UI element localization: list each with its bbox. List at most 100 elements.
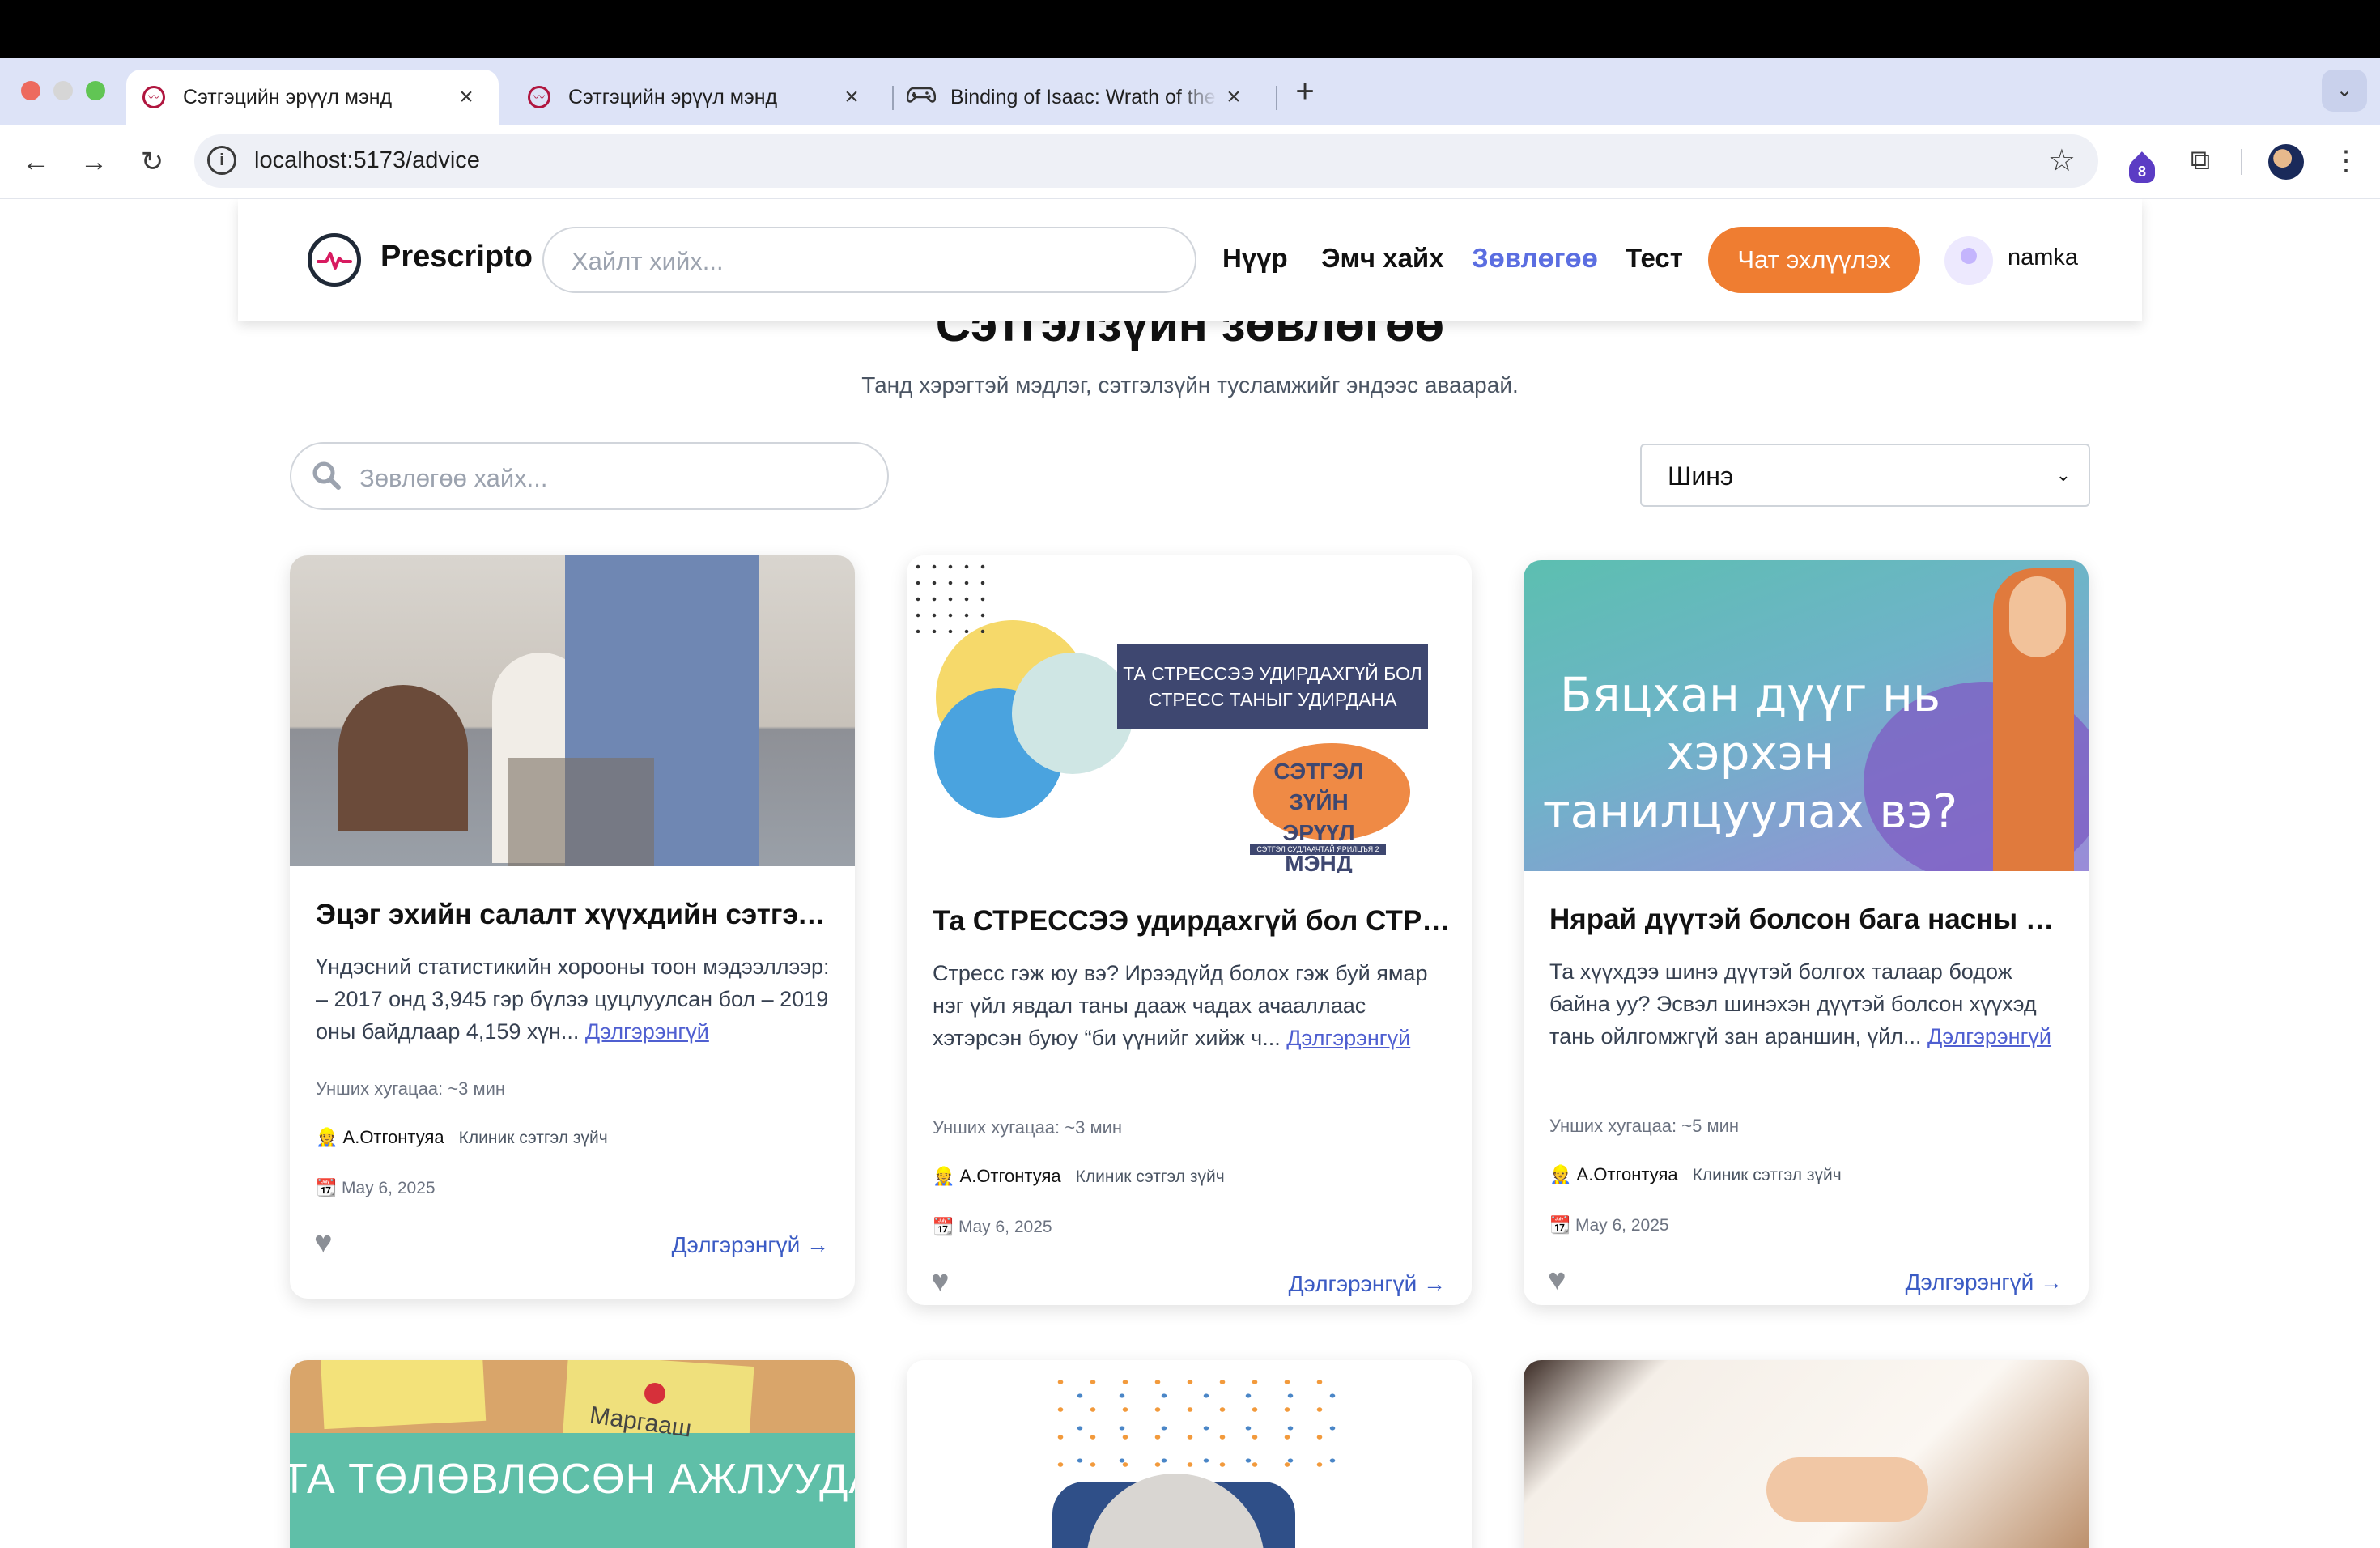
tab-search-chevron-icon[interactable]: ⌄: [2322, 70, 2367, 112]
read-more-link[interactable]: Дэлгэрэнгүй: [1286, 1026, 1410, 1050]
author: 👷 А.Отгонтуяа Клиник сэтгэл зүйч: [933, 1166, 1225, 1187]
tab-title: Сэтгэцийн эрүүл мэнд: [568, 85, 778, 108]
calendar-icon: 📆: [316, 1179, 338, 1197]
close-window-button[interactable]: [21, 81, 40, 100]
site-info-icon[interactable]: i: [207, 146, 236, 175]
advice-card[interactable]: [1524, 1360, 2089, 1548]
tab-strip: 〰 Сэтгэцийн эрүүл мэнд × 〰 Сэтгэцийн эрү…: [0, 58, 2380, 125]
advice-card[interactable]: [907, 1360, 1472, 1548]
date-text: May 6, 2025: [342, 1179, 436, 1197]
nav-home[interactable]: Нүүр: [1222, 243, 1288, 274]
read-time: Унших хугацаа: ~3 мин: [933, 1117, 1123, 1138]
prescripto-favicon-icon: 〰: [528, 86, 550, 108]
publish-date: 📆 May 6, 2025: [1549, 1216, 1669, 1235]
card-image-stress[interactable]: ТА СТРЕССЭЭ УДИРДАХГҮЙ БОЛ СТРЕСС ТАНЫГ …: [907, 555, 1472, 873]
tab-3[interactable]: Binding of Isaac: Wrath of the ×: [899, 70, 1271, 125]
start-chat-button[interactable]: Чат эхлүүлэх: [1708, 227, 1920, 293]
card-image-sibling[interactable]: Бяцхан дүүг нь хэрхэн танилцуулах вэ?: [1524, 560, 2089, 871]
procrastination-headline: ТА ТӨЛӨВЛӨСӨН АЖЛУУДАА ХОЙШЛУУЛСААР БАЙН…: [290, 1456, 855, 1503]
author-name: А.Отгонтуяа: [342, 1127, 444, 1147]
card-excerpt: Үндэсний статистикийн хорооны тоон мэдээ…: [316, 950, 834, 1048]
heart-icon[interactable]: ♥: [1548, 1263, 1566, 1298]
advice-card[interactable]: Бяцхан дүүг нь хэрхэн танилцуулах вэ? Ня…: [1524, 560, 2089, 1305]
minimize-window-button[interactable]: [53, 81, 73, 100]
username[interactable]: namka: [2008, 245, 2078, 271]
advice-card[interactable]: ТА СТРЕССЭЭ УДИРДАХГҮЙ БОЛ СТРЕСС ТАНЫГ …: [907, 555, 1472, 1305]
card-image-head-thoughts[interactable]: [907, 1360, 1472, 1548]
date-text: May 6, 2025: [958, 1218, 1052, 1236]
read-more-link[interactable]: Дэлгэрэнгүй: [585, 1019, 709, 1044]
tab-separator: [1276, 86, 1277, 110]
heart-icon[interactable]: ♥: [314, 1226, 333, 1261]
publish-date: 📆 May 6, 2025: [933, 1218, 1052, 1237]
card-excerpt: Та хүүхдээ шинэ дүүтэй болгох талаар бод…: [1549, 955, 2068, 1053]
global-search[interactable]: [542, 227, 1196, 293]
advice-card[interactable]: ТА ТӨЛӨВЛӨСӨН АЖЛУУДАА ХОЙШЛУУЛСААР БАЙН…: [290, 1360, 855, 1548]
brand-name[interactable]: Prescripto: [380, 240, 533, 274]
calendar-icon: 📆: [933, 1218, 954, 1236]
read-more-link[interactable]: Дэлгэрэнгүй: [1927, 1024, 2051, 1048]
address-bar[interactable]: i localhost:5173/advice ☆: [194, 134, 2098, 188]
url-text[interactable]: localhost:5173/advice: [254, 147, 480, 174]
tab-1[interactable]: 〰 Сэтгэцийн эрүүл мэнд ×: [126, 70, 499, 125]
user-avatar[interactable]: [1944, 236, 1993, 285]
extensions-puzzle-icon[interactable]: ⧉: [2181, 141, 2220, 180]
author: 👷 А.Отгонтуяа Клиник сэтгэл зүйч: [316, 1127, 608, 1148]
tab-title: Binding of Isaac: Wrath of the: [950, 85, 1216, 108]
author-badge-icon: 👷: [316, 1127, 338, 1147]
page-viewport: Сэтгэлзүйн зөвлөгөө Танд хэрэгтэй мэдлэг…: [0, 199, 2380, 1548]
date-text: May 6, 2025: [1575, 1216, 1669, 1235]
prescripto-favicon-icon: 〰: [142, 86, 165, 108]
card-title[interactable]: Нярай дүүтэй болсон бага насны хү...: [1549, 904, 2068, 936]
close-tab-icon[interactable]: ×: [835, 83, 868, 111]
read-time: Унших хугацаа: ~5 мин: [1549, 1116, 1740, 1136]
author-badge-icon: 👷: [1549, 1164, 1572, 1184]
nav-test[interactable]: Тест: [1626, 243, 1683, 274]
card-more-button[interactable]: Дэлгэрэнгүй →: [672, 1232, 829, 1258]
page-subtitle: Танд хэрэгтэй мэдлэг, сэтгэлзүйн тусламж…: [861, 372, 1519, 398]
screen-top-bar: [0, 0, 2380, 58]
bookmark-star-icon[interactable]: ☆: [2048, 142, 2076, 179]
reload-icon[interactable]: ↻: [133, 142, 172, 181]
chevron-down-icon: ⌄: [2055, 465, 2071, 485]
card-image-procrastination[interactable]: ТА ТӨЛӨВЛӨСӨН АЖЛУУДАА ХОЙШЛУУЛСААР БАЙН…: [290, 1360, 855, 1548]
close-tab-icon[interactable]: ×: [1218, 83, 1250, 111]
global-search-input[interactable]: [570, 243, 1172, 280]
nav-find-doctor[interactable]: Эмч хайх: [1321, 243, 1444, 274]
card-title[interactable]: Эцэг эхийн салалт хүүхдийн сэтгэл ...: [316, 899, 834, 931]
advice-card[interactable]: Эцэг эхийн салалт хүүхдийн сэтгэл ... Үн…: [290, 555, 855, 1299]
zoom-window-button[interactable]: [86, 81, 105, 100]
forward-arrow-icon[interactable]: →: [74, 142, 113, 181]
prescripto-logo-icon[interactable]: [308, 233, 361, 287]
tab-2[interactable]: 〰 Сэтгэцийн эрүүл мэнд ×: [512, 70, 884, 125]
new-tab-button[interactable]: +: [1289, 71, 1321, 112]
search-icon: [312, 461, 341, 490]
card-excerpt: Стресс гэж юу вэ? Ирээдүйд болох гэж буй…: [933, 957, 1451, 1054]
tab-separator: [892, 86, 894, 110]
profile-avatar[interactable]: [2268, 144, 2304, 180]
author-name: А.Отгонтуяа: [959, 1166, 1061, 1186]
card-title[interactable]: Та СТРЕССЭЭ удирдахгүй бол СТРЕ...: [933, 905, 1451, 938]
back-arrow-icon[interactable]: ←: [16, 142, 55, 181]
card-more-button[interactable]: Дэлгэрэнгүй →: [1906, 1269, 2063, 1295]
author-role: Клиник сэтгэл зүйч: [458, 1129, 608, 1147]
advice-search-input[interactable]: [358, 460, 863, 497]
sort-select[interactable]: Шинэ ⌄: [1640, 444, 2090, 507]
toolbar-divider: [2241, 149, 2242, 175]
excerpt-text: Үндэсний статистикийн хорооны тоон мэдээ…: [316, 955, 830, 1044]
stress-banner: ТА СТРЕССЭЭ УДИРДАХГҮЙ БОЛ СТРЕСС ТАНЫГ …: [1117, 644, 1428, 729]
extension-badge: 8: [2129, 160, 2155, 183]
sort-selected-value: Шинэ: [1668, 461, 1734, 491]
gamepad-icon: [906, 85, 937, 110]
nav-advice[interactable]: Зөвлөгөө: [1472, 243, 1598, 274]
advice-search[interactable]: [290, 442, 889, 510]
author-badge-icon: 👷: [933, 1166, 955, 1186]
card-more-button[interactable]: Дэлгэрэнгүй →: [1289, 1271, 1446, 1297]
card-image-writing[interactable]: [1524, 1360, 2089, 1548]
close-tab-icon[interactable]: ×: [450, 83, 482, 111]
author-role: Клиник сэтгэл зүйч: [1692, 1166, 1842, 1184]
browser-menu-icon[interactable]: ⋮: [2330, 141, 2362, 181]
card-image-family[interactable]: [290, 555, 855, 866]
stress-logo-text: СЭТГЭЛ ЗҮЙН ЭРҮҮЛ МЭНД: [1273, 759, 1364, 873]
heart-icon[interactable]: ♥: [931, 1265, 950, 1299]
